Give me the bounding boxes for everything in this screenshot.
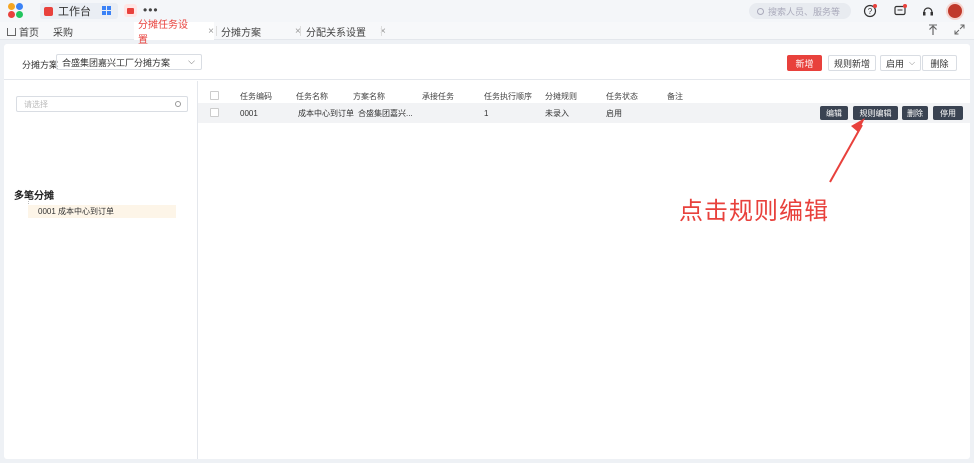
- tab-divider: [216, 26, 217, 36]
- new-button[interactable]: 新增: [787, 55, 822, 71]
- header-allocation-rule: 分摊规则: [545, 91, 577, 101]
- tree-group-title[interactable]: 多笔分摊: [14, 187, 54, 202]
- cell-scheme-name: 合盛集团嘉兴...: [358, 108, 413, 118]
- main-content: 分摊方案 合盛集团嘉兴工厂分摊方案 ⌵ 新增 规则新增 启用 ⌵ 删除 请选择 …: [4, 44, 970, 459]
- close-icon[interactable]: ×: [208, 26, 214, 37]
- tab-allocation-task-settings[interactable]: 分摊任务设置 ×: [134, 20, 214, 46]
- enable-button-label: 启用: [885, 58, 904, 69]
- tab-procurement[interactable]: 采购: [53, 22, 73, 40]
- procurement-app-icon[interactable]: [124, 4, 137, 17]
- header-task-name: 任务名称: [296, 91, 328, 101]
- edit-button[interactable]: 编辑: [820, 106, 848, 120]
- tree-search-placeholder: 请选择: [24, 99, 48, 109]
- cell-exec-order: 1: [484, 108, 489, 118]
- cell-task-status: 启用: [606, 108, 622, 118]
- app-logo-icon[interactable]: [8, 3, 24, 19]
- tree-search-input[interactable]: 请选择: [16, 96, 188, 112]
- tab-allocation-task-settings-label: 分摊任务设置: [138, 20, 188, 46]
- tab-procurement-label: 采购: [53, 27, 73, 39]
- scheme-label: 分摊方案: [22, 60, 59, 70]
- help-badge: [873, 4, 877, 8]
- chevron-down-icon: ⌵: [188, 56, 195, 66]
- tab-allocation-scheme[interactable]: 分摊方案 ×: [221, 22, 301, 40]
- table-row[interactable]: 0001 成本中心到订单 合盛集团嘉兴... 1 未录入 启用 编辑 规则编辑 …: [198, 103, 970, 123]
- rule-new-button[interactable]: 规则新增: [828, 55, 876, 71]
- upload-icon[interactable]: [928, 24, 938, 39]
- svg-text:?: ?: [868, 7, 873, 16]
- message-badge: [903, 4, 907, 8]
- tab-home[interactable]: 首页: [7, 22, 39, 40]
- global-search-input[interactable]: 搜索人员、服务等: [749, 3, 851, 19]
- search-icon: [175, 101, 181, 107]
- home-icon: [7, 28, 16, 36]
- rule-edit-button[interactable]: 规则编辑: [853, 106, 898, 120]
- workbench-icon: [44, 6, 53, 16]
- tab-allocation-scheme-label: 分摊方案: [221, 27, 261, 39]
- tab-allocation-relation-settings[interactable]: 分配关系设置 ×: [306, 22, 386, 40]
- tab-divider: [300, 26, 301, 36]
- header-task-status: 任务状态: [606, 91, 638, 101]
- fullscreen-icon[interactable]: [954, 24, 965, 38]
- filter-toolbar: 分摊方案 合盛集团嘉兴工厂分摊方案 ⌵ 新增 规则新增 启用 ⌵ 删除: [4, 44, 970, 80]
- scheme-select[interactable]: 合盛集团嘉兴工厂分摊方案 ⌵: [56, 54, 202, 70]
- row-delete-button[interactable]: 删除: [902, 106, 928, 120]
- rule-new-button-label: 规则新增: [833, 58, 870, 69]
- new-button-label: 新增: [795, 58, 814, 69]
- user-avatar[interactable]: [946, 2, 964, 20]
- delete-button-label: 删除: [930, 58, 949, 69]
- select-all-checkbox[interactable]: [210, 91, 219, 100]
- chevron-down-icon: ⌵: [908, 58, 916, 67]
- header-remark: 备注: [667, 91, 683, 101]
- disable-button[interactable]: 停用: [933, 106, 963, 120]
- header-task-code: 任务编码: [240, 91, 272, 101]
- more-icon[interactable]: •••: [143, 3, 159, 17]
- row-checkbox[interactable]: [210, 108, 219, 117]
- headset-icon[interactable]: [920, 3, 936, 19]
- app-grid-icon[interactable]: [102, 6, 111, 15]
- search-icon: [757, 7, 764, 15]
- delete-button[interactable]: 删除: [922, 55, 957, 71]
- annotation-text: 点击规则编辑: [679, 198, 829, 225]
- enable-dropdown-button[interactable]: 启用 ⌵: [880, 55, 921, 71]
- tab-allocation-relation-settings-label: 分配关系设置: [306, 27, 366, 39]
- header-scheme-name: 方案名称: [353, 91, 385, 101]
- global-search-placeholder: 搜索人员、服务等: [768, 6, 841, 17]
- tree-item[interactable]: 0001 成本中心到订单: [28, 205, 176, 218]
- tab-divider: [381, 26, 382, 36]
- cell-task-code: 0001: [240, 108, 258, 118]
- workbench-label: 工作台: [58, 6, 91, 18]
- tree-panel: 请选择 多笔分摊 0001 成本中心到订单: [4, 81, 198, 459]
- cell-task-name: 成本中心到订单: [298, 108, 354, 118]
- header-inherit-task: 承接任务: [422, 91, 454, 101]
- scheme-select-value: 合盛集团嘉兴工厂分摊方案: [62, 57, 171, 68]
- tab-bar: 首页 采购 分摊任务设置 × 分摊方案 × 分配关系设置 ×: [0, 20, 974, 46]
- cell-allocation-rule: 未录入: [545, 108, 569, 118]
- tab-home-label: 首页: [19, 27, 39, 39]
- table-header: 任务编码 任务名称 方案名称 承接任务 任务执行顺序 分摊规则 任务状态 备注: [198, 89, 970, 103]
- header-exec-order: 任务执行顺序: [484, 91, 532, 101]
